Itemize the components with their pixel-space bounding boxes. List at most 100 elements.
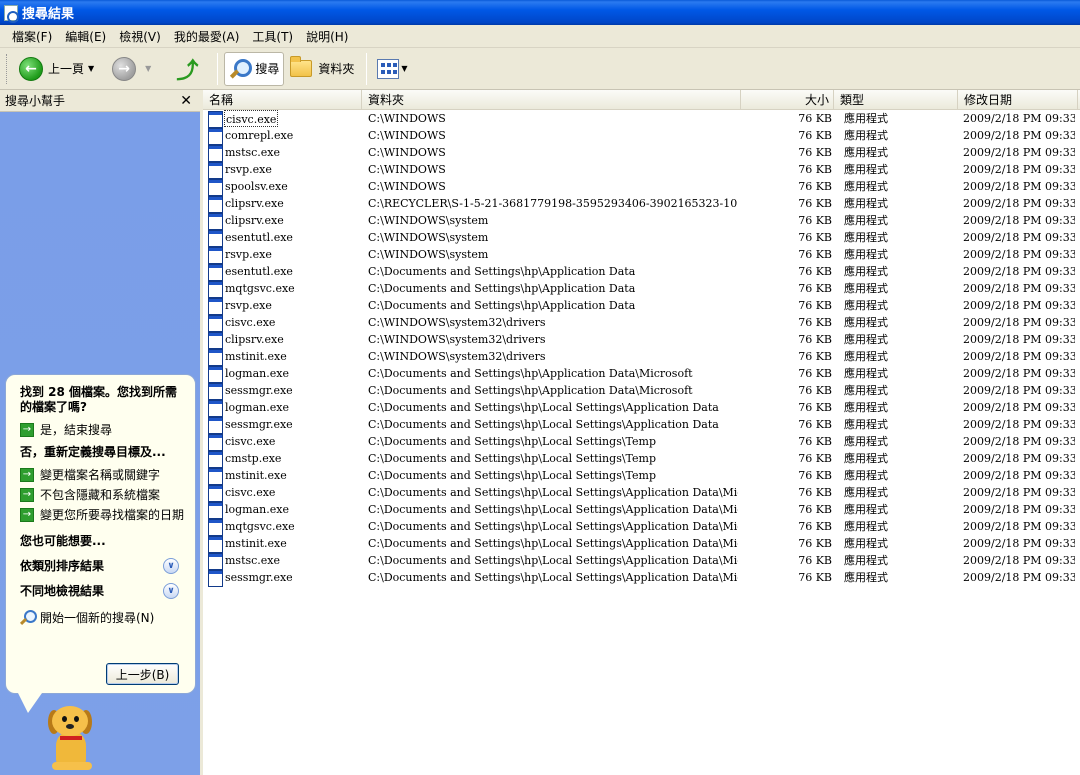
file-modified: 2009/2/18 PM 09:33 (963, 435, 1075, 448)
search-balloon: 找到 28 個檔案。您找到所需的檔案了嗎? → 是，結束搜尋 否，重新定義搜尋目… (5, 374, 196, 694)
table-row[interactable]: sessmgr.exe C:\Documents and Settings\hp\… (203, 416, 1080, 434)
change-name-link[interactable]: → 變更檔案名稱或關鍵字 (20, 468, 187, 482)
table-row[interactable]: cisvc.exe C:\WINDOWS 76 KB 應用程式 2009/2/18 PM… (203, 110, 1080, 128)
forward-arrow-icon: → (112, 56, 137, 81)
table-row[interactable]: spoolsv.exe C:\WINDOWS 76 KB 應用程式 2009/2/18 … (203, 178, 1080, 196)
table-row[interactable]: cisvc.exe C:\Documents and Settings\hp\Lo… (203, 484, 1080, 502)
toolbar-grip[interactable] (6, 53, 9, 84)
yes-finish-search-label: 是，結束搜尋 (40, 423, 113, 437)
table-row[interactable]: cisvc.exe C:\Documents and Settings\hp\Lo… (203, 433, 1080, 451)
table-row[interactable]: sessmgr.exe C:\Documents and Settings\hp\… (203, 569, 1080, 587)
table-row[interactable]: mstinit.exe C:\Documents and Settings\hp\… (203, 535, 1080, 553)
table-row[interactable]: mqtgsvc.exe C:\Documents and Settings\hp\… (203, 518, 1080, 536)
file-size: 76 KB (798, 197, 832, 210)
table-row[interactable]: mqtgsvc.exe C:\Documents and Settings\hp\… (203, 280, 1080, 298)
folders-label: 資料夾 (318, 62, 355, 76)
close-icon[interactable]: ✕ (180, 93, 192, 109)
file-size: 76 KB (798, 112, 832, 125)
menu-tools[interactable]: 工具(T) (252, 28, 293, 45)
file-modified: 2009/2/18 PM 09:33 (963, 180, 1075, 193)
column-header-folder[interactable]: 資料夾 (362, 90, 741, 110)
menu-help[interactable]: 說明(H) (306, 28, 348, 45)
column-header-type[interactable]: 類型 (834, 90, 958, 110)
sort-by-category-row[interactable]: 依類別排序結果 ∨ (20, 557, 187, 574)
file-folder: C:\WINDOWS (368, 129, 446, 142)
column-header-name[interactable]: 名稱 (203, 90, 362, 110)
table-row[interactable]: mstinit.exe C:\Documents and Settings\hp\… (203, 467, 1080, 485)
file-name: mstinit.exe (225, 350, 287, 363)
file-type: 應用程式 (844, 571, 888, 584)
change-date-link[interactable]: → 變更您所要尋找檔案的日期 (20, 508, 187, 522)
application-icon (208, 553, 223, 570)
search-dog-icon[interactable] (48, 702, 98, 772)
toolbar-separator (366, 52, 368, 85)
table-row[interactable]: esentutl.exe C:\WINDOWS\system 76 KB 應用程式 20… (203, 229, 1080, 247)
up-folder-button[interactable]: ⤴ (165, 52, 209, 86)
file-folder: C:\WINDOWS\system (368, 214, 489, 227)
chevron-down-icon[interactable]: ∨ (163, 557, 179, 574)
file-modified: 2009/2/18 PM 09:33 (963, 231, 1075, 244)
views-dropdown-icon[interactable]: ▼ (401, 64, 407, 73)
file-type: 應用程式 (844, 265, 888, 278)
file-name: comrepl.exe (225, 129, 294, 142)
file-modified: 2009/2/18 PM 09:33 (963, 197, 1075, 210)
table-row[interactable]: mstsc.exe C:\Documents and Settings\hp\Lo… (203, 552, 1080, 570)
application-icon (208, 196, 223, 213)
file-name: clipsrv.exe (225, 333, 284, 346)
forward-button[interactable]: → ▼ (108, 52, 163, 86)
back-button[interactable]: ← 上一頁 ▼ (15, 52, 106, 86)
file-name: sessmgr.exe (225, 418, 293, 431)
table-row[interactable]: cmstp.exe C:\Documents and Settings\hp\Lo… (203, 450, 1080, 468)
back-dropdown-icon[interactable]: ▼ (88, 64, 94, 73)
table-row[interactable]: clipsrv.exe C:\WINDOWS\system 76 KB 應用程式 200… (203, 212, 1080, 230)
table-row[interactable]: mstsc.exe C:\WINDOWS 76 KB 應用程式 2009/2/18 PM… (203, 144, 1080, 162)
table-row[interactable]: rsvp.exe C:\WINDOWS 76 KB 應用程式 2009/2/18 PM … (203, 161, 1080, 179)
table-row[interactable]: sessmgr.exe C:\Documents and Settings\hp\… (203, 382, 1080, 400)
file-modified: 2009/2/18 PM 09:33 (963, 129, 1075, 142)
column-header-modified[interactable]: 修改日期 (958, 90, 1078, 110)
file-size: 76 KB (798, 401, 832, 414)
file-name: mstinit.exe (225, 537, 287, 550)
table-row[interactable]: rsvp.exe C:\WINDOWS\system 76 KB 應用程式 2009/2… (203, 246, 1080, 264)
menu-favorites[interactable]: 我的最愛(A) (174, 28, 240, 45)
file-type: 應用程式 (844, 163, 888, 176)
table-row[interactable]: comrepl.exe C:\WINDOWS 76 KB 應用程式 2009/2/18 … (203, 127, 1080, 145)
file-folder: C:\WINDOWS\system (368, 248, 489, 261)
file-modified: 2009/2/18 PM 09:33 (963, 503, 1075, 516)
file-folder: C:\Documents and Settings\hp\Local Setti… (368, 486, 738, 499)
file-modified: 2009/2/18 PM 09:33 (963, 299, 1075, 312)
table-row[interactable]: rsvp.exe C:\Documents and Settings\hp\App… (203, 297, 1080, 315)
back-arrow-icon: ← (19, 56, 43, 81)
file-modified: 2009/2/18 PM 09:33 (963, 350, 1075, 363)
view-differently-label: 不同地檢視結果 (20, 584, 105, 598)
menu-edit[interactable]: 編輯(E) (65, 28, 106, 45)
table-row[interactable]: logman.exe C:\Documents and Settings\hp\A… (203, 365, 1080, 383)
previous-step-button[interactable]: 上一步(B) (106, 663, 179, 685)
menu-file[interactable]: 檔案(F) (12, 28, 52, 45)
view-differently-row[interactable]: 不同地檢視結果 ∨ (20, 582, 187, 599)
new-search-link[interactable]: 開始一個新的搜尋(N) (20, 609, 187, 626)
column-header-size[interactable]: 大小 (741, 90, 834, 110)
menu-view[interactable]: 檢視(V) (119, 28, 161, 45)
search-results-icon (4, 4, 19, 23)
views-button[interactable]: ▼ (373, 52, 419, 86)
yes-finish-search-link[interactable]: → 是，結束搜尋 (20, 423, 187, 437)
exclude-hidden-link[interactable]: → 不包含隱藏和系統檔案 (20, 488, 187, 502)
forward-dropdown-icon[interactable]: ▼ (145, 64, 151, 73)
table-row[interactable]: clipsrv.exe C:\RECYCLER\S-1-5-21-36817791… (203, 195, 1080, 213)
file-type: 應用程式 (844, 214, 888, 227)
table-row[interactable]: esentutl.exe C:\Documents and Settings\hp… (203, 263, 1080, 281)
file-name: spoolsv.exe (225, 180, 288, 193)
chevron-down-icon[interactable]: ∨ (163, 582, 179, 599)
back-label: 上一頁 (48, 62, 85, 76)
search-button[interactable]: 搜尋 (224, 51, 285, 86)
table-row[interactable]: logman.exe C:\Documents and Settings\hp\L… (203, 399, 1080, 417)
table-row[interactable]: logman.exe C:\Documents and Settings\hp\L… (203, 501, 1080, 519)
folders-button[interactable]: 資料夾 (286, 52, 358, 86)
file-name: mqtgsvc.exe (225, 282, 295, 295)
table-row[interactable]: cisvc.exe C:\WINDOWS\system32\drivers 76 K… (203, 314, 1080, 332)
file-type: 應用程式 (844, 537, 888, 550)
table-row[interactable]: clipsrv.exe C:\WINDOWS\system32\drivers 76… (203, 331, 1080, 349)
table-row[interactable]: mstinit.exe C:\WINDOWS\system32\drivers 76… (203, 348, 1080, 366)
application-icon (208, 451, 223, 468)
